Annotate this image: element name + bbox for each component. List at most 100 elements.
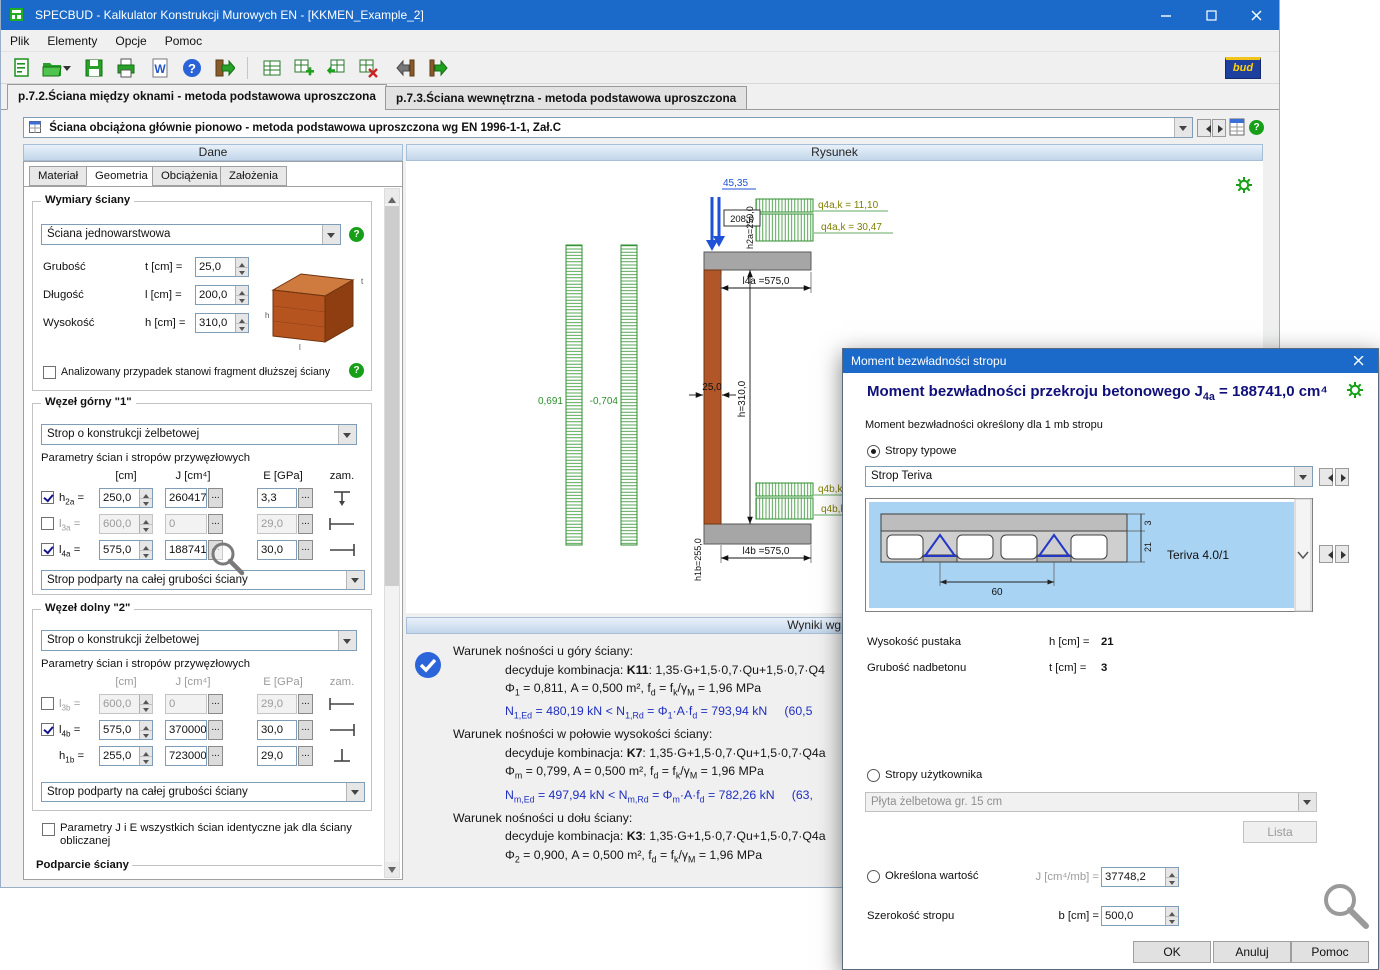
e-input[interactable]: 30,0 — [257, 540, 297, 560]
top-support-select[interactable]: Strop podparty na całej grubości ściany — [41, 570, 365, 590]
maximize-button[interactable] — [1189, 0, 1234, 30]
radio-user-floors[interactable] — [867, 769, 880, 782]
close-button[interactable] — [1234, 0, 1279, 30]
e-more-button[interactable]: ... — [298, 720, 313, 740]
menu-pomoc[interactable]: Pomoc — [156, 32, 211, 50]
prev-element-icon[interactable] — [393, 55, 419, 81]
wysokosc-input[interactable]: 310,0 — [195, 313, 249, 333]
j-input[interactable]: 188741 — [165, 540, 207, 560]
row-checkbox[interactable] — [41, 491, 54, 504]
new-file-icon[interactable] — [9, 55, 35, 81]
save-icon[interactable] — [81, 55, 107, 81]
dim-input[interactable]: 255,0 — [99, 746, 153, 766]
wall-type-select[interactable]: Ściana jednowarstwowa — [41, 224, 341, 245]
dialog-title-bar[interactable]: Moment bezwładności stropu — [843, 349, 1378, 373]
method-list-icon[interactable] — [1229, 118, 1245, 136]
grubosc-input[interactable]: 25,0 — [195, 257, 249, 277]
tab-obciazenia[interactable]: Obciążenia — [152, 166, 227, 186]
width-input[interactable]: 500,0 — [1101, 906, 1179, 926]
fragment-help-icon[interactable]: ? — [349, 363, 364, 378]
results-ok-icon — [413, 650, 443, 680]
floor-section-image[interactable]: 60 3 21 Teriva 4.0/1 — [865, 498, 1313, 612]
identical-params-checkbox[interactable] — [42, 823, 55, 836]
zoom-icon[interactable] — [1321, 881, 1371, 931]
row-checkbox[interactable] — [41, 543, 54, 556]
menu-elementy[interactable]: Elementy — [38, 32, 106, 50]
minimize-button[interactable] — [1144, 0, 1189, 30]
open-file-icon[interactable] — [39, 55, 65, 81]
open-dropdown-icon[interactable] — [63, 66, 71, 75]
dialog-gear-icon[interactable] — [1346, 381, 1364, 399]
export-word-icon[interactable]: W — [147, 55, 173, 81]
bottom-support-select[interactable]: Strop podparty na całej grubości ściany — [41, 782, 365, 802]
help-icon[interactable]: ? — [179, 55, 205, 81]
app-icon — [9, 6, 27, 24]
panel-scrollbar[interactable] — [384, 188, 400, 878]
scroll-up-button[interactable] — [385, 189, 399, 204]
ok-button[interactable]: OK — [1133, 941, 1211, 963]
j-more-button[interactable]: ... — [208, 720, 223, 740]
floor-next-button[interactable] — [1335, 468, 1349, 486]
tab-p73[interactable]: p.7.3.Ściana wewnętrzna - metoda podstaw… — [385, 86, 747, 110]
section-next-button[interactable] — [1335, 545, 1349, 563]
dialog-close-button[interactable] — [1340, 349, 1378, 373]
radio-user-label: Stropy użytkownika — [885, 769, 982, 781]
bottom-params-label: Parametry ścian i stropów przywęzłowych — [41, 658, 250, 670]
radio-custom-value[interactable] — [867, 870, 880, 883]
j-more-button: ... — [208, 694, 223, 714]
row-checkbox[interactable] — [41, 517, 54, 530]
support-scheme-icon — [327, 695, 357, 713]
next-element-icon[interactable] — [425, 55, 451, 81]
insert-element-icon[interactable] — [323, 55, 349, 81]
exit-icon[interactable] — [211, 55, 237, 81]
top-floor-type-select[interactable]: Strop o konstrukcji żelbetowej — [41, 424, 357, 445]
drawing-settings-gear-icon[interactable] — [1235, 176, 1253, 194]
fragment-checkbox[interactable] — [43, 366, 56, 379]
floor-prev-button[interactable] — [1319, 468, 1333, 486]
e-input: 29,0 — [257, 514, 297, 534]
floor-type-select[interactable]: Strop Teriva — [865, 466, 1313, 487]
section-prev-button[interactable] — [1319, 545, 1333, 563]
j-input[interactable]: 723000 — [165, 746, 207, 766]
dim-input[interactable]: 575,0 — [99, 540, 153, 560]
e-more-button[interactable]: ... — [298, 540, 313, 560]
menu-opcje[interactable]: Opcje — [106, 32, 155, 50]
custom-j-input[interactable]: 37748,2 — [1101, 867, 1179, 887]
next-method-button[interactable] — [1212, 119, 1226, 137]
delete-element-icon[interactable] — [355, 55, 381, 81]
e-input[interactable]: 3,3 — [257, 488, 297, 508]
elements-table-icon[interactable] — [259, 55, 285, 81]
j-more-button[interactable]: ... — [208, 746, 223, 766]
wall-type-help-icon[interactable]: ? — [349, 227, 364, 242]
cancel-button[interactable]: Anuluj — [1213, 941, 1291, 963]
e-more-button[interactable]: ... — [298, 488, 313, 508]
tab-material[interactable]: Materiał — [29, 166, 87, 186]
bottom-floor-type-select[interactable]: Strop o konstrukcji żelbetowej — [41, 630, 357, 651]
prev-method-button[interactable] — [1197, 119, 1211, 137]
j-input[interactable]: 260417 — [165, 488, 207, 508]
method-help-icon[interactable]: ? — [1249, 120, 1264, 135]
row-checkbox[interactable] — [41, 723, 54, 736]
tab-geometria[interactable]: Geometria — [86, 166, 157, 186]
print-icon[interactable] — [113, 55, 139, 81]
dialog-note: Moment bezwładności określony dla 1 mb s… — [865, 419, 1103, 431]
row-checkbox[interactable] — [41, 697, 54, 710]
dim-input[interactable]: 250,0 — [99, 488, 153, 508]
method-select[interactable]: Ściana obciążona głównie pionowo - metod… — [23, 117, 1193, 138]
scroll-thumb[interactable] — [385, 206, 399, 586]
j-input[interactable]: 370000 — [165, 720, 207, 740]
radio-typical-floors[interactable] — [867, 445, 880, 458]
menu-plik[interactable]: Plik — [1, 32, 38, 50]
e-input[interactable]: 29,0 — [257, 746, 297, 766]
scroll-down-button[interactable] — [385, 862, 399, 877]
data-panel: Geometria Materiał Geometria Obciążenia … — [23, 161, 403, 880]
help-button[interactable]: Pomoc — [1291, 941, 1369, 963]
dim-input[interactable]: 575,0 — [99, 720, 153, 740]
tab-p72[interactable]: p.7.2.Ściana między oknami - metoda pods… — [7, 84, 387, 110]
dlugosc-input[interactable]: 200,0 — [195, 285, 249, 305]
e-input[interactable]: 30,0 — [257, 720, 297, 740]
e-more-button[interactable]: ... — [298, 746, 313, 766]
add-element-icon[interactable] — [291, 55, 317, 81]
tab-zalozenia[interactable]: Założenia — [220, 166, 287, 186]
j-more-button[interactable]: ... — [208, 488, 223, 508]
